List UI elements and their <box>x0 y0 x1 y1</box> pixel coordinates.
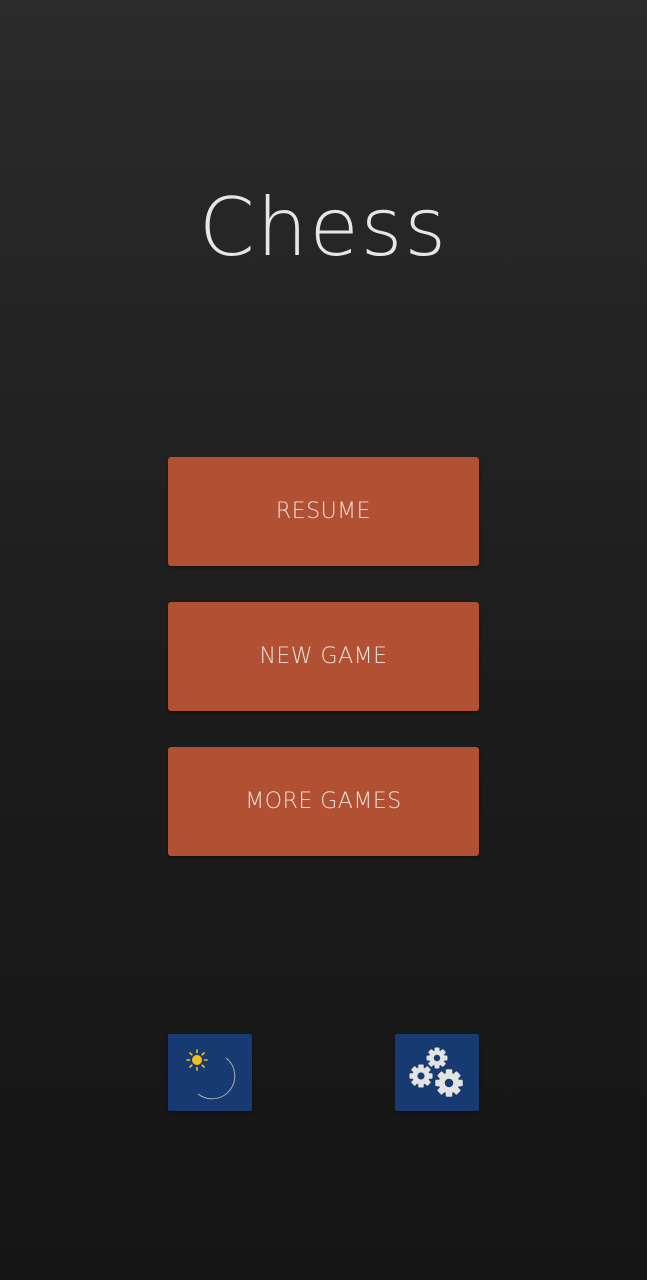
settings-button[interactable] <box>395 1034 479 1111</box>
gears-icon <box>409 1047 463 1097</box>
sun-icon <box>186 1049 208 1071</box>
theme-toggle-button[interactable] <box>168 1034 252 1111</box>
moon-icon <box>197 1057 236 1100</box>
resume-button[interactable]: RESUME <box>168 457 479 566</box>
resume-button-label: RESUME <box>275 499 372 524</box>
more-games-button-label: MORE GAMES <box>245 789 402 814</box>
new-game-button[interactable]: NEW GAME <box>168 602 479 711</box>
app-title: Chess <box>198 181 449 274</box>
day-night-icon <box>186 1049 236 1100</box>
new-game-button-label: NEW GAME <box>259 644 388 669</box>
more-games-button[interactable]: MORE GAMES <box>168 747 479 856</box>
